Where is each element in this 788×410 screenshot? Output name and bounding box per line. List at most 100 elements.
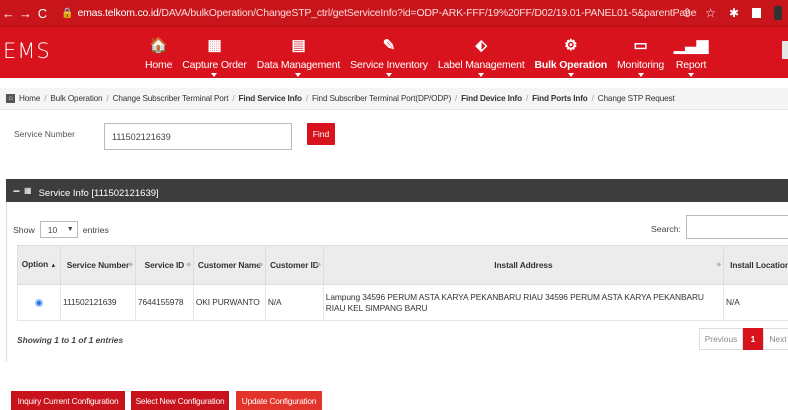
menu-item-label: Home xyxy=(145,59,173,71)
customer-name-cell: OKI PURWANTO xyxy=(192,284,266,321)
caret-down-icon xyxy=(385,73,392,77)
col-service-number-label: Service Number xyxy=(66,259,130,270)
breadcrumb-separator: / xyxy=(591,94,594,103)
grid-icon: ▦ xyxy=(207,37,222,54)
col-option-label: Option xyxy=(21,258,49,269)
install-location-cell: N/A xyxy=(723,284,788,321)
breadcrumb-item[interactable]: Change Subscriber Terminal Port xyxy=(113,94,229,103)
previous-button[interactable]: Previous xyxy=(699,328,743,350)
entries-select[interactable]: 10 ▼ xyxy=(39,221,78,238)
col-customer-name-label: Customer Name xyxy=(197,259,261,270)
window-icon[interactable] xyxy=(752,8,761,18)
breadcrumb-separator: / xyxy=(455,94,458,103)
col-service-id-label: Service ID xyxy=(144,259,185,270)
profile-icon[interactable] xyxy=(774,6,782,20)
app-logo[interactable]: EMS xyxy=(3,39,51,63)
forward-icon[interactable]: → xyxy=(17,6,34,21)
menu-item-label: Label Management xyxy=(437,59,525,71)
url-path: /DAVA/bulkOperation/ChangeSTP_ctrl/getSe… xyxy=(158,7,698,19)
address-bar[interactable]: emas.telkom.co.id/DAVA/bulkOperation/Cha… xyxy=(77,7,697,19)
menu-item-home[interactable]: 🏠 Home xyxy=(140,27,177,79)
bar-chart-icon: ▁▃▆ xyxy=(674,37,709,54)
menu-item-label-management[interactable]: ⬖ Label Management xyxy=(433,27,530,79)
service-number-input[interactable]: 111502121639 xyxy=(104,123,292,150)
caret-down-icon xyxy=(478,73,485,77)
menu-item-service-inventory[interactable]: ✎ Service Inventory xyxy=(345,27,433,79)
option-cell xyxy=(17,284,61,321)
find-button[interactable]: Find xyxy=(307,123,335,145)
breadcrumb-separator: / xyxy=(305,94,309,103)
caret-down-icon xyxy=(688,73,695,77)
service-number-cell: 111502121639 xyxy=(59,284,136,321)
breadcrumb-item[interactable]: Bulk Operation xyxy=(50,94,102,103)
menu-item-label: Data Management xyxy=(256,59,341,71)
col-customer-id-label: Customer ID xyxy=(269,259,319,270)
update-configuration-button[interactable]: Update Configuration xyxy=(236,391,322,410)
share-icon[interactable]: ⇪ xyxy=(682,6,692,20)
breadcrumb-separator: / xyxy=(44,94,47,103)
select-radio[interactable] xyxy=(34,298,43,307)
breadcrumb-item[interactable]: Change STP Request xyxy=(598,94,675,103)
sort-icon: ◆ xyxy=(316,262,321,268)
menu-item-report[interactable]: ▁▃▆ Report xyxy=(669,27,713,79)
col-install-location[interactable]: Install Location xyxy=(723,245,788,285)
sort-icon: ◆ xyxy=(258,262,263,268)
breadcrumb-separator: / xyxy=(106,94,109,103)
breadcrumb-separator: / xyxy=(526,94,529,103)
menu-item-data-management[interactable]: ▤ Data Management xyxy=(252,27,345,79)
collapse-icon[interactable]: − xyxy=(13,184,20,198)
breadcrumb-separator: / xyxy=(232,94,235,103)
select-new-configuration-button[interactable]: Select New Configuration xyxy=(131,391,229,410)
next-button[interactable]: Next xyxy=(763,328,788,350)
menu-item-monitoring[interactable]: ▭ Monitoring xyxy=(612,27,669,79)
star-icon[interactable]: ☆ xyxy=(705,6,716,20)
customer-id-cell: N/A xyxy=(264,284,324,321)
pagination: Previous 1 Next xyxy=(699,328,788,350)
table-info: Showing 1 to 1 of 1 entries xyxy=(17,335,124,345)
panel-title: Service Info [111502121639] xyxy=(38,187,159,199)
home-icon: 🏠 xyxy=(149,37,168,54)
menu-item-label: Service Inventory xyxy=(350,59,428,71)
breadcrumb-item[interactable]: Find Device Info xyxy=(461,94,522,103)
col-service-number[interactable]: Service Number ◆ xyxy=(59,245,136,285)
col-service-id[interactable]: Service ID ◆ xyxy=(134,245,194,285)
server-icon: ▤ xyxy=(291,37,306,54)
table-icon: ▦ xyxy=(24,186,32,195)
col-install-address-label: Install Address xyxy=(494,259,553,270)
table-row: 111502121639 7644155978 OKI PURWANTO N/A… xyxy=(17,284,788,321)
app-header: EMS 🏠 Home ▦ Capture Order ▤ Data Management ✎… xyxy=(0,26,788,78)
sort-icon: ◆ xyxy=(716,262,722,268)
page-1-button[interactable]: 1 xyxy=(743,328,763,350)
main-menu: 🏠 Home ▦ Capture Order ▤ Data Management ✎ Serv… xyxy=(140,27,713,79)
home-icon[interactable]: ⌂ xyxy=(6,94,15,103)
chevron-down-icon: ▼ xyxy=(66,226,74,233)
caret-down-icon xyxy=(567,73,574,77)
caret-down-icon xyxy=(211,73,218,77)
inquiry-current-configuration-button[interactable]: Inquiry Current Configuration xyxy=(11,391,125,410)
install-address-cell: Lampung 34596 PERUM ASTA KARYA PEKANBARU… xyxy=(322,284,725,321)
breadcrumb-item[interactable]: Find Ports Info xyxy=(532,94,588,103)
browser-toolbar: ← → C 🔒 emas.telkom.co.id/DAVA/bulkOpera… xyxy=(0,0,788,26)
edit-icon: ✎ xyxy=(382,37,396,54)
breadcrumb-item[interactable]: Find Service Info xyxy=(238,94,302,103)
menu-item-capture-order[interactable]: ▦ Capture Order xyxy=(177,27,252,79)
sort-icon: ◆ xyxy=(186,262,191,268)
extension-icon[interactable]: ✱ xyxy=(729,6,739,20)
cogs-icon: ⚙ xyxy=(564,37,578,54)
service-info-panel-header: − ▦ Service Info [111502121639] xyxy=(6,179,788,202)
caret-down-icon xyxy=(637,73,644,77)
service-number-label: Service Number xyxy=(14,129,75,139)
table-search-input[interactable] xyxy=(686,215,788,239)
col-customer-name[interactable]: Customer Name ◆ xyxy=(192,245,266,285)
menu-item-bulk-operation[interactable]: ⚙ Bulk Operation xyxy=(530,27,612,79)
col-customer-id[interactable]: Customer ID ◆ xyxy=(264,245,324,285)
breadcrumb-item[interactable]: Home xyxy=(19,94,40,103)
col-option[interactable]: Option ▲ xyxy=(17,245,61,285)
tag-icon: ⬖ xyxy=(475,37,488,54)
breadcrumb-item[interactable]: Find Subscriber Terminal Port(DP/ODP) xyxy=(312,94,451,103)
reload-icon[interactable]: C xyxy=(34,6,51,21)
app-window: ← → C 🔒 emas.telkom.co.id/DAVA/bulkOpera… xyxy=(0,0,788,410)
back-icon[interactable]: ← xyxy=(0,6,17,21)
col-install-address[interactable]: Install Address ◆ xyxy=(322,245,725,285)
menu-item-label: Bulk Operation xyxy=(534,59,608,71)
